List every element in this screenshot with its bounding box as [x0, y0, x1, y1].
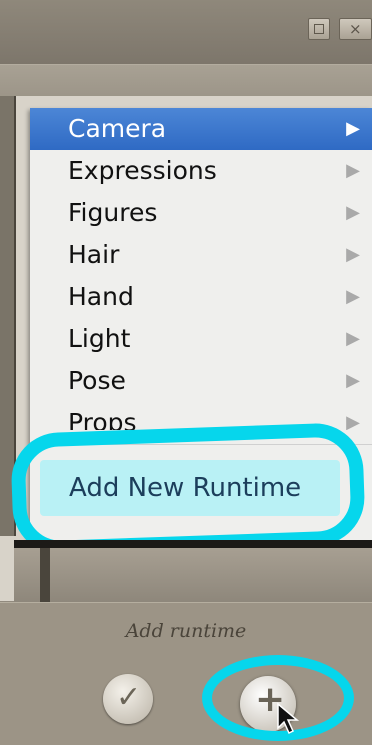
scroll-edge — [40, 548, 50, 602]
submenu-arrow-icon: ▶ — [346, 202, 360, 223]
menu-item-label: Hair — [68, 240, 120, 269]
menu-item-hair[interactable]: Hair ▶ — [30, 234, 372, 276]
submenu-arrow-icon: ▶ — [346, 328, 360, 349]
lower-pane — [14, 548, 372, 602]
cursor-arrow-icon — [277, 702, 300, 735]
menu-item-figures[interactable]: Figures ▶ — [30, 192, 372, 234]
menu-item-label: Camera — [68, 114, 167, 143]
submenu-arrow-icon: ▶ — [346, 118, 360, 139]
close-button[interactable]: × — [339, 18, 372, 40]
menu-item-label: Hand — [68, 282, 134, 311]
menu-item-expressions[interactable]: Expressions ▶ — [30, 150, 372, 192]
close-icon: × — [349, 20, 362, 38]
checkmark-icon: ✓ — [116, 680, 142, 715]
menu-item-label: Figures — [68, 198, 158, 227]
menu-item-label: Pose — [68, 366, 126, 395]
highlight-annotation — [9, 421, 367, 557]
restore-button[interactable] — [308, 18, 330, 40]
menu-item-pose[interactable]: Pose ▶ — [30, 360, 372, 402]
title-bar: × — [0, 0, 372, 64]
confirm-button[interactable]: ✓ — [103, 674, 153, 724]
menu-item-label: Light — [68, 324, 131, 353]
divider-line — [14, 540, 372, 548]
menu-item-light[interactable]: Light ▶ — [30, 318, 372, 360]
menu-item-camera[interactable]: Camera ▶ — [30, 108, 372, 150]
submenu-arrow-icon: ▶ — [346, 370, 360, 391]
menu-item-label: Expressions — [68, 156, 217, 185]
submenu-arrow-icon: ▶ — [346, 412, 360, 430]
submenu-arrow-icon: ▶ — [346, 244, 360, 265]
menu-item-label: Props — [68, 408, 137, 430]
footer-caption: Add runtime — [125, 620, 247, 642]
submenu-arrow-icon: ▶ — [346, 286, 360, 307]
submenu-arrow-icon: ▶ — [346, 160, 360, 181]
menu-item-hand[interactable]: Hand ▶ — [30, 276, 372, 318]
panel-toolbar — [0, 64, 372, 97]
